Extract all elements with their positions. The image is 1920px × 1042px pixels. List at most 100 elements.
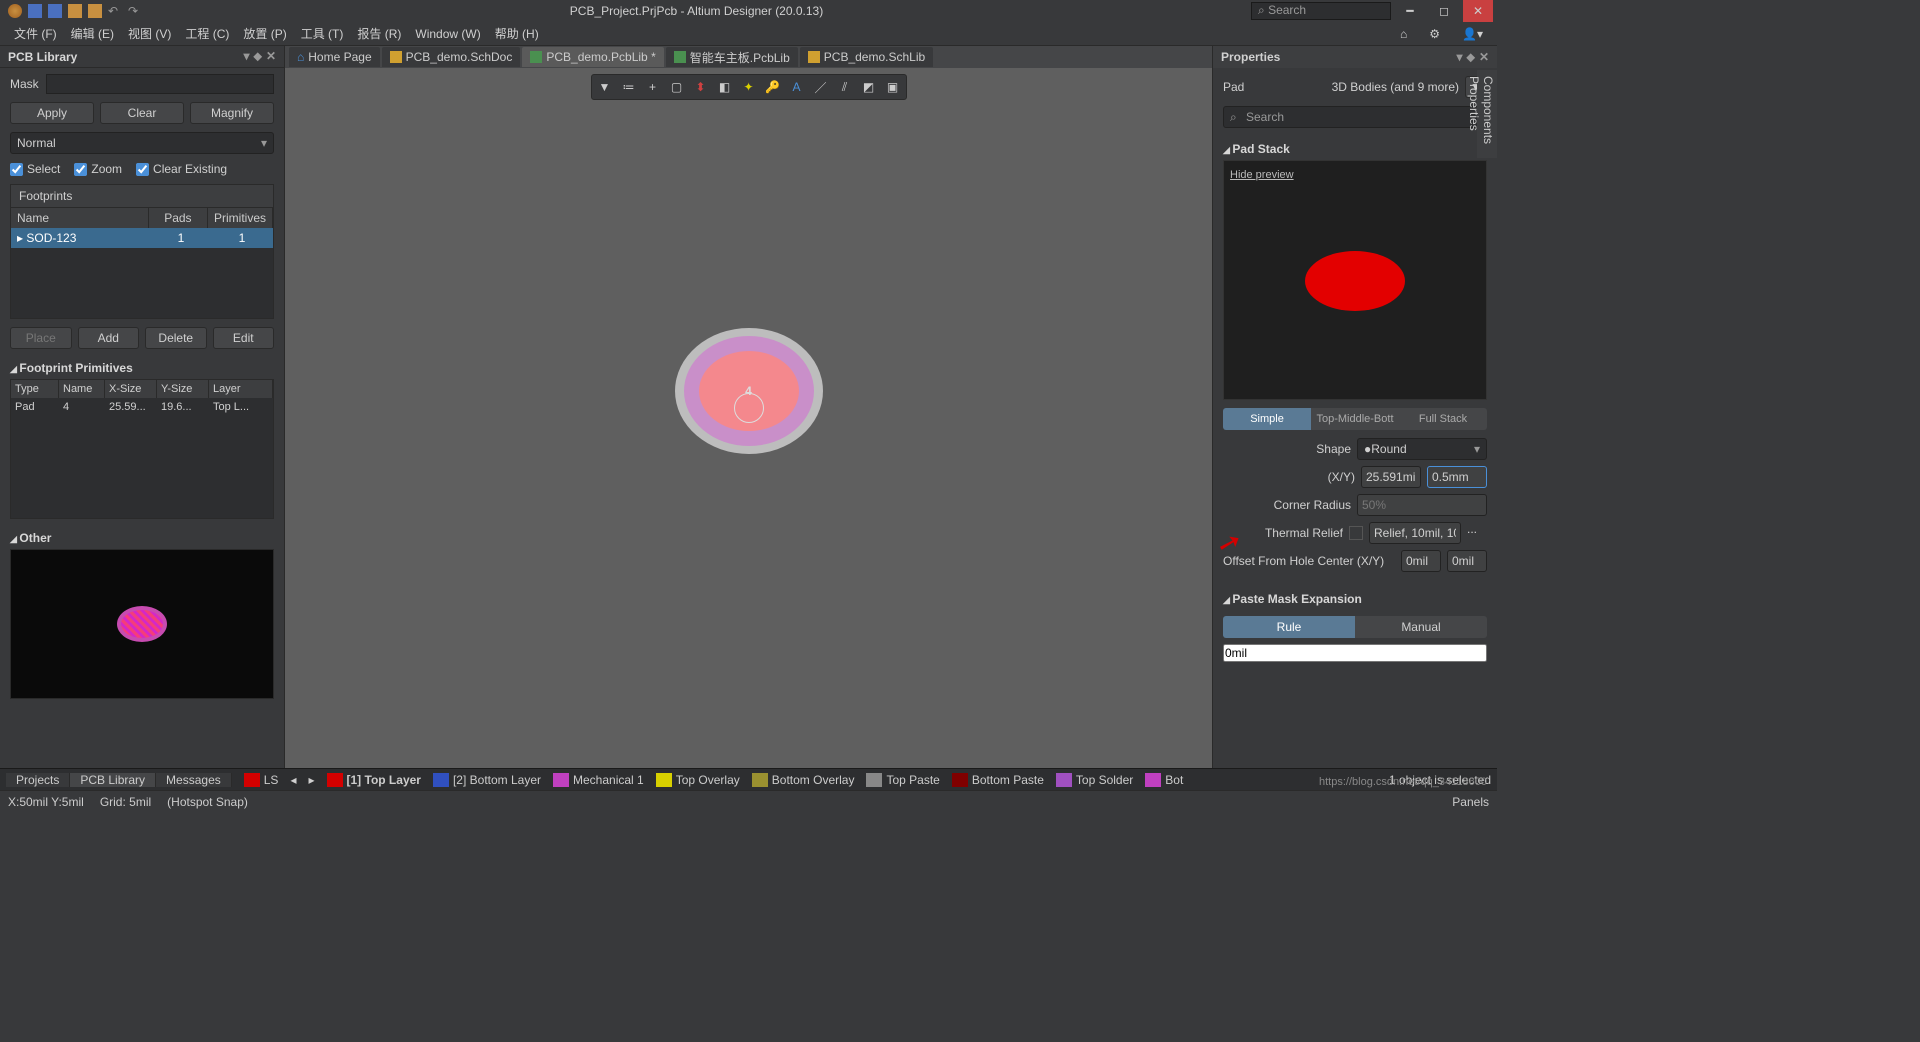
delete-button[interactable]: Delete <box>145 327 207 349</box>
user-icon[interactable]: 👤▾ <box>1456 27 1489 41</box>
edit-button[interactable]: Edit <box>213 327 275 349</box>
open-project-icon[interactable] <box>88 4 102 18</box>
pme-manual-tab[interactable]: Manual <box>1355 616 1487 638</box>
panel-close-icon[interactable]: ✕ <box>1479 50 1489 65</box>
side-tab-properties[interactable]: Properties <box>1467 76 1481 152</box>
col-primitives[interactable]: Primitives <box>208 208 273 228</box>
menu-help[interactable]: 帮助 (H) <box>489 25 545 42</box>
col-name[interactable]: Name <box>11 208 149 228</box>
mode-combo[interactable]: Normal <box>10 132 274 154</box>
tab-projects[interactable]: Projects <box>6 773 70 787</box>
save-all-icon[interactable] <box>48 4 62 18</box>
open-icon[interactable] <box>68 4 82 18</box>
side-tab-components[interactable]: Components <box>1481 76 1495 144</box>
chart-icon[interactable]: ⬍ <box>692 78 710 96</box>
col-xsize[interactable]: X-Size <box>105 380 157 398</box>
global-search[interactable]: ⌕ Search <box>1251 2 1391 20</box>
thermal-more-button[interactable]: ... <box>1467 522 1487 544</box>
pcb-canvas[interactable]: ▼ ≔ + ▢ ⬍ ◧ ✦ 🔑 A ／ ⫽ ◩ ▣ 4 <box>285 68 1212 768</box>
pme-rule-tab[interactable]: Rule <box>1223 616 1355 638</box>
tab-simple[interactable]: Simple <box>1223 408 1311 430</box>
panel-pin-icon[interactable]: ⬥ <box>254 49 262 64</box>
pme-title[interactable]: Paste Mask Expansion <box>1223 588 1487 610</box>
gear-icon[interactable]: ⚙ <box>1423 27 1446 41</box>
graph1-icon[interactable]: ⫽ <box>836 78 854 96</box>
close-button[interactable]: ✕ <box>1463 0 1493 22</box>
layer-top[interactable]: [1] Top Layer <box>327 773 421 787</box>
layer-nav-prev[interactable]: ◂ <box>290 773 296 787</box>
tab-pcblibrary[interactable]: PCB Library <box>70 773 156 787</box>
thermal-input[interactable] <box>1369 522 1461 544</box>
col-ysize[interactable]: Y-Size <box>157 380 209 398</box>
side-tabs[interactable]: Components Properties <box>1477 70 1497 158</box>
menu-tools[interactable]: 工具 (T) <box>295 25 350 42</box>
eraser-icon[interactable]: ◧ <box>716 78 734 96</box>
layer-topsolder[interactable]: Top Solder <box>1056 773 1133 787</box>
align-icon[interactable]: ≔ <box>620 78 638 96</box>
layer-topoverlay[interactable]: Top Overlay <box>656 773 740 787</box>
graph2-icon[interactable]: ◩ <box>860 78 878 96</box>
menu-view[interactable]: 视图 (V) <box>122 25 177 42</box>
menu-file[interactable]: 文件 (F) <box>8 25 63 42</box>
x-input[interactable] <box>1361 466 1421 488</box>
offset-x-input[interactable] <box>1401 550 1441 572</box>
offset-y-input[interactable] <box>1447 550 1487 572</box>
zoom-checkbox[interactable]: Zoom <box>74 162 122 176</box>
pad-shape-outer[interactable]: 4 <box>675 328 823 454</box>
panels-button[interactable]: Panels <box>1452 795 1489 809</box>
panel-close-icon[interactable]: ✕ <box>266 49 276 64</box>
star-icon[interactable]: ✦ <box>740 78 758 96</box>
layer-bottom[interactable]: [2] Bottom Layer <box>433 773 541 787</box>
key-icon[interactable]: 🔑 <box>764 78 782 96</box>
layer-botpaste[interactable]: Bottom Paste <box>952 773 1044 787</box>
other-title[interactable]: Other <box>10 527 274 549</box>
layer-ls[interactable]: LS <box>244 773 279 787</box>
rect-icon[interactable]: ▢ <box>668 78 686 96</box>
menu-edit[interactable]: 编辑 (E) <box>65 25 120 42</box>
layer-toppaste[interactable]: Top Paste <box>866 773 939 787</box>
panel-dropdown-icon[interactable]: ▾ <box>1457 50 1463 65</box>
menu-window[interactable]: Window (W) <box>409 27 486 41</box>
col-pads[interactable]: Pads <box>149 208 208 228</box>
menu-place[interactable]: 放置 (P) <box>237 25 292 42</box>
plus-icon[interactable]: + <box>644 78 662 96</box>
clear-button[interactable]: Clear <box>100 102 184 124</box>
col-layer[interactable]: Layer <box>209 380 273 398</box>
menu-reports[interactable]: 报告 (R) <box>351 25 407 42</box>
tab-pcblib-active[interactable]: PCB_demo.PcbLib * <box>522 47 663 67</box>
col-pname[interactable]: Name <box>59 380 105 398</box>
select-checkbox[interactable]: Select <box>10 162 60 176</box>
graph3-icon[interactable]: ▣ <box>884 78 902 96</box>
magnify-button[interactable]: Magnify <box>190 102 274 124</box>
layer-mech1[interactable]: Mechanical 1 <box>553 773 644 787</box>
pad-stack-title[interactable]: Pad Stack <box>1223 138 1487 160</box>
menu-project[interactable]: 工程 (C) <box>179 25 235 42</box>
save-icon[interactable] <box>28 4 42 18</box>
tab-tmb[interactable]: Top-Middle-Bott <box>1311 408 1399 430</box>
redo-icon[interactable]: ↷ <box>128 4 142 18</box>
tab-home[interactable]: ⌂Home Page <box>289 47 380 67</box>
panel-dropdown-icon[interactable]: ▾ <box>244 49 250 64</box>
minimize-button[interactable]: ━ <box>1395 0 1425 22</box>
y-input[interactable] <box>1427 466 1487 488</box>
undo-icon[interactable]: ↶ <box>108 4 122 18</box>
layer-nav-next[interactable]: ▸ <box>308 773 314 787</box>
hide-preview-link[interactable]: Hide preview <box>1230 169 1294 181</box>
layer-botsolder[interactable]: Bot <box>1145 773 1183 787</box>
panel-pin-icon[interactable]: ⬥ <box>1467 50 1475 65</box>
layer-botoverlay[interactable]: Bottom Overlay <box>752 773 855 787</box>
tab-schlib[interactable]: PCB_demo.SchLib <box>800 47 933 67</box>
maximize-button[interactable]: ◻ <box>1429 0 1459 22</box>
footprint-row[interactable]: ▸ SOD-123 1 1 <box>11 228 273 248</box>
footprint-primitives-title[interactable]: Footprint Primitives <box>10 357 274 379</box>
add-button[interactable]: Add <box>78 327 140 349</box>
tab-schdoc[interactable]: PCB_demo.SchDoc <box>382 47 521 67</box>
home-icon[interactable]: ⌂ <box>1394 27 1413 41</box>
clear-existing-checkbox[interactable]: Clear Existing <box>136 162 227 176</box>
line-icon[interactable]: ／ <box>812 78 830 96</box>
text-icon[interactable]: A <box>788 78 806 96</box>
place-button[interactable]: Place <box>10 327 72 349</box>
col-type[interactable]: Type <box>11 380 59 398</box>
tab-full[interactable]: Full Stack <box>1399 408 1487 430</box>
filter-icon[interactable]: ▼ <box>596 78 614 96</box>
